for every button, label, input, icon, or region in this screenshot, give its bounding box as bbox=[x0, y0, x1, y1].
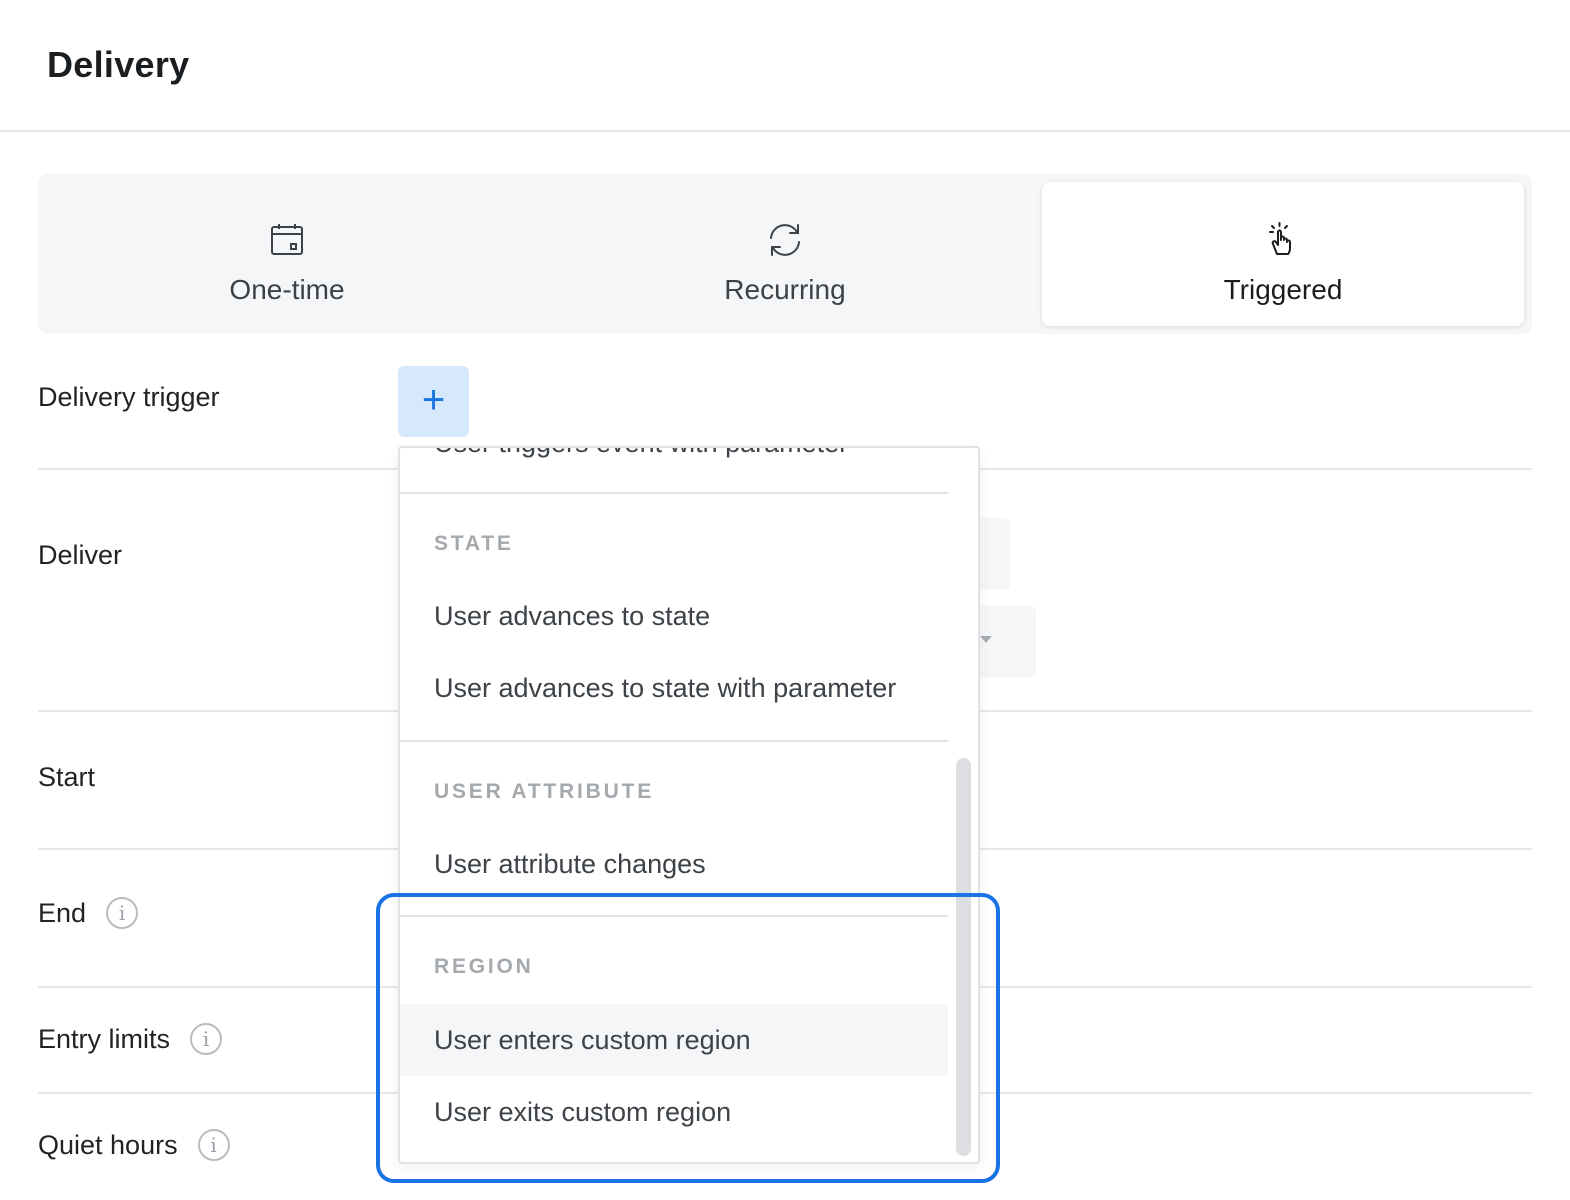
quiet-hours-label: Quiet hours i bbox=[38, 1129, 230, 1161]
tab-recurring-label: Recurring bbox=[724, 274, 846, 305]
section-heading-user-attribute: USER ATTRIBUTE bbox=[434, 780, 655, 803]
page-header: Delivery bbox=[0, 0, 1570, 132]
divider bbox=[400, 492, 948, 494]
divider bbox=[400, 740, 948, 742]
info-icon[interactable]: i bbox=[190, 1023, 223, 1055]
delivery-trigger-label: Delivery trigger bbox=[38, 382, 220, 412]
delivery-type-tabs: One-time Recurring Triggered bbox=[38, 174, 1532, 334]
tab-triggered[interactable]: Triggered bbox=[1042, 182, 1524, 326]
calendar-icon bbox=[271, 224, 303, 255]
dropdown-item[interactable]: User advances to state with parameter bbox=[400, 652, 948, 724]
start-label: Start bbox=[38, 762, 96, 792]
tab-one-time[interactable]: One-time bbox=[46, 182, 528, 326]
dropdown-item[interactable]: User advances to state bbox=[400, 580, 948, 652]
info-icon[interactable]: i bbox=[197, 1129, 230, 1161]
info-icon[interactable]: i bbox=[106, 897, 139, 929]
caret-down-icon bbox=[980, 636, 992, 643]
page-title: Delivery bbox=[47, 44, 190, 85]
refresh-icon bbox=[770, 224, 800, 256]
section-heading-state: STATE bbox=[434, 532, 514, 555]
region-highlight-box bbox=[376, 893, 1000, 1183]
deliver-label: Deliver bbox=[38, 540, 123, 570]
dropdown-item[interactable]: User triggers event with parameter bbox=[434, 448, 848, 459]
dropdown-item[interactable]: User attribute changes bbox=[400, 828, 948, 900]
entry-limits-label: Entry limits i bbox=[38, 1023, 223, 1055]
tab-triggered-label: Triggered bbox=[1223, 274, 1343, 305]
tab-recurring[interactable]: Recurring bbox=[544, 182, 1026, 326]
pointer-hand-icon bbox=[1269, 222, 1291, 255]
add-trigger-button[interactable]: + bbox=[398, 366, 469, 437]
tab-one-time-label: One-time bbox=[229, 274, 345, 305]
end-label: End i bbox=[38, 897, 139, 929]
